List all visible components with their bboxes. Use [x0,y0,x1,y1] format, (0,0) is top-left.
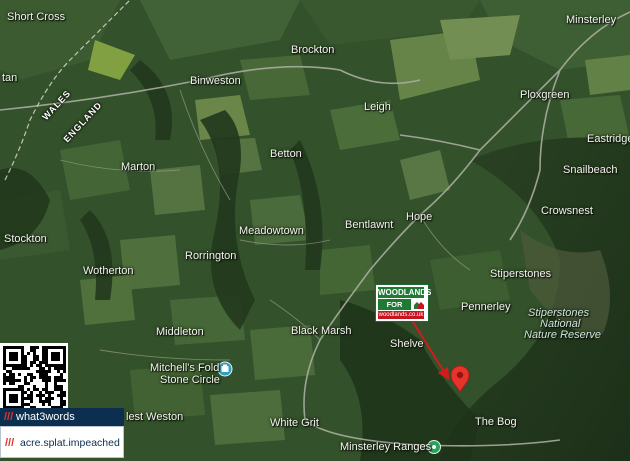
place-label-stiperstones: Stiperstones [490,268,552,280]
place-label-ploxgreen: Ploxgreen [520,89,570,101]
place-label-minsterley-ranges: Minsterley Ranges [340,441,432,453]
sale-sign-website[interactable]: woodlands.co.uk [378,311,424,319]
place-label-leigh: Leigh [364,101,391,113]
place-label-brockton: Brockton [291,44,335,56]
place-label-eastridge: Eastridge [587,133,630,145]
qr-code[interactable] [0,343,68,411]
place-label-mitchells-fold-line2: Stone Circle [160,374,220,386]
house-icon [414,302,424,309]
place-label-wotherton: Wotherton [83,265,134,277]
place-label-betton: Betton [270,148,302,160]
place-label-tan: tan [2,72,18,84]
place-label-rorrington: Rorrington [185,250,237,262]
place-label-hope: Hope [406,211,433,223]
place-label-pennerley: Pennerley [461,301,511,313]
place-label-crowsnest: Crowsnest [541,205,593,217]
sale-sign-subtitle: FOR SALE [378,299,411,320]
place-label-minsterley: Minsterley [566,14,617,26]
woodlands-for-sale-sign[interactable]: WOODLANDS FOR SALE woodlands.co.uk [375,284,432,322]
place-label-meadowtown: Meadowtown [239,225,304,237]
place-label-the-bog: The Bog [475,416,517,428]
place-label-shelve: Shelve [390,338,424,350]
qr-code-icon [3,346,66,409]
satellite-map[interactable] [0,0,630,461]
place-label-black-marsh: Black Marsh [291,325,352,337]
what3words-logo-icon: /// [4,411,14,423]
place-label-binweston: Binweston [190,75,241,87]
what3words-address-box[interactable]: /// acre.splat.impeached [0,426,124,458]
place-label-snailbeach: Snailbeach [563,164,618,176]
sale-sign-title: WOODLANDS [378,287,432,298]
place-label-nature-reserve-line3: Nature Reserve [524,329,602,341]
what3words-brand-name: what3words [16,411,75,423]
what3words-address-slashes: /// [5,437,15,449]
place-label-stockton: Stockton [4,233,47,245]
place-label-bentlawnt: Bentlawnt [345,219,394,231]
what3words-brand-bar: /// what3words [0,408,124,426]
what3words-address[interactable]: acre.splat.impeached [20,436,120,450]
place-label-middleton: Middleton [156,326,204,338]
place-label-white-grit: White Grit [270,417,319,429]
place-label-marton: Marton [121,161,156,173]
place-label-west-weston: lest Weston [126,411,184,423]
place-label-short-cross: Short Cross [7,11,66,23]
landmark-icon[interactable] [217,361,233,377]
